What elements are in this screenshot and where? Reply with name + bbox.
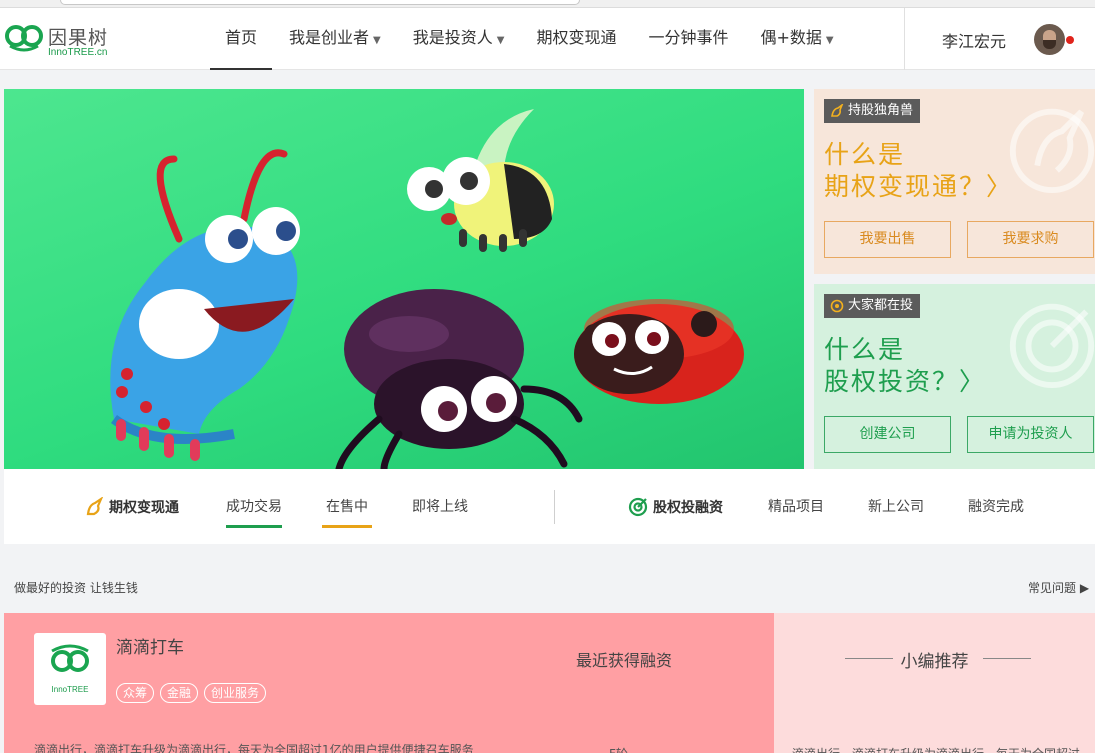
bee-figure [407,109,554,252]
brand-logo[interactable]: 因果树 InnoTREE.cn [4,20,114,60]
section-title-label: 期权变现通 [109,499,179,516]
card-tag: 持股独角兽 [824,99,921,123]
main-nav: 首页 我是创业者 ▼ 我是投资人 ▼ 期权变现通 一分钟事件 偶+数据 ▼ [210,8,851,70]
nav-label: 我是投资人 [412,28,493,47]
nav-item-founder[interactable]: 我是创业者 ▼ [274,8,396,70]
ladybug-figure [574,299,744,404]
header-divider [904,8,905,70]
user-name[interactable]: 李江宏元 [942,28,1006,52]
featured-company-panel[interactable]: InnoTREE 滴滴打车 众筹 金融 创业服务 最近获得融资 滴滴出行，滴滴打… [4,613,774,753]
nav-label: 首页 [225,28,258,47]
tab-featured-projects[interactable]: 精品项目 [768,496,824,525]
browser-top-strip [0,0,1095,8]
nav-label: 偶+数据 [760,28,822,47]
faq-link[interactable]: 常见问题 ▶ [1028,579,1089,596]
card-title-line: 期权变现通？〉 [824,172,1014,201]
company-tag[interactable]: 金融 [160,683,199,703]
address-bar-edge[interactable] [60,0,580,5]
editor-pick-title: 小编推荐 [900,652,969,672]
invest-promo-card: 大家都在投 什么是 股权投资？〉 创建公司 申请为投资人 [814,284,1095,469]
editor-pick-panel[interactable]: 小编推荐 滴滴出行，滴滴打车升级为滴滴出行，每天为全国超过 [774,613,1095,753]
buy-request-button[interactable]: 我要求购 [967,221,1094,258]
company-tag[interactable]: 创业服务 [204,683,267,703]
caterpillar-figure [110,149,300,461]
avatar-beard [1043,40,1056,49]
card-title[interactable]: 什么是 股权投资？〉 [824,334,986,398]
sell-button[interactable]: 我要出售 [824,221,951,258]
card-title-line: 什么是 [824,140,906,169]
logo-mark-icon [5,25,43,52]
nav-item-home[interactable]: 首页 [210,8,273,70]
hero-illustration [110,109,744,469]
tab-on-sale[interactable]: 在售中 [322,496,372,528]
nav-item-events[interactable]: 一分钟事件 [633,8,743,70]
section-title-label: 股权投融资 [653,499,723,516]
company-logo[interactable]: InnoTREE [34,633,106,705]
create-company-button[interactable]: 创建公司 [824,416,951,453]
title-rule [983,658,1031,659]
brand-domain: InnoTREE.cn [48,47,108,58]
card-tag-label: 持股独角兽 [848,103,914,118]
tab-success-trades[interactable]: 成功交易 [226,496,282,528]
card-tag: 大家都在投 [824,294,921,318]
hero-banner[interactable] [4,89,804,469]
nav-item-investor[interactable]: 我是投资人 ▼ [398,8,520,70]
company-logo-text: InnoTREE [51,685,89,694]
tabs-divider [554,490,555,524]
caret-down-icon: ▼ [373,35,381,46]
unicorn-icon [86,496,104,515]
section-tabs: 期权变现通 成功交易 在售中 即将上线 股权投融资 精品项目 新上公司 融资完成 [4,469,1095,544]
caret-down-icon: ▼ [496,35,505,46]
tab-funding-complete[interactable]: 融资完成 [968,496,1024,525]
company-name[interactable]: 滴滴打车 [116,633,184,658]
nav-label: 期权变现通 [536,28,617,47]
card-title-line: 什么是 [824,335,906,364]
brand-name: 因果树 [48,27,109,49]
recent-funding-label: 最近获得融资 [576,651,673,670]
apply-investor-button[interactable]: 申请为投资人 [967,416,1094,453]
nav-item-options[interactable]: 期权变现通 [521,8,631,70]
avatar[interactable] [1034,24,1065,55]
company-description: 滴滴出行，滴滴打车升级为滴滴出行，每天为全国超过1亿的用户提供便捷召车服务 [34,743,474,753]
notification-dot [1066,36,1074,44]
card-title-line: 股权投资？〉 [824,367,987,396]
nav-item-data[interactable]: 偶+数据 ▼ [745,8,848,70]
card-tag-label: 大家都在投 [848,298,914,313]
funding-round: F轮 [609,745,628,753]
target-icon [628,497,648,516]
company-logo-icon [51,644,89,672]
company-tags: 众筹 金融 创业服务 [116,683,272,703]
tab-coming-soon[interactable]: 即将上线 [412,496,468,525]
equity-section-title: 股权投融资 [628,469,723,544]
caret-down-icon: ▼ [825,35,834,46]
company-tag[interactable]: 众筹 [116,683,155,703]
card-title[interactable]: 什么是 期权变现通？〉 [824,139,1013,203]
editor-pick-description: 滴滴出行，滴滴打车升级为滴滴出行，每天为全国超过 [792,745,1080,753]
nav-label: 我是创业者 [289,28,370,47]
site-header: 因果树 InnoTREE.cn 首页 我是创业者 ▼ 我是投资人 ▼ 期权变现通 一… [0,8,1095,70]
beetle-figure [335,289,583,469]
options-section-title: 期权变现通 [84,469,179,544]
options-promo-card: 持股独角兽 什么是 期权变现通？〉 我要出售 我要求购 [814,89,1095,274]
unicorn-icon [831,104,844,117]
target-icon [830,299,844,313]
tab-new-companies[interactable]: 新上公司 [868,496,924,525]
target-watermark-icon [1009,303,1095,389]
nav-label: 一分钟事件 [648,28,729,47]
slogan-text: 做最好的投资 让钱生钱 [14,581,138,595]
unicorn-watermark-icon [1009,108,1095,194]
